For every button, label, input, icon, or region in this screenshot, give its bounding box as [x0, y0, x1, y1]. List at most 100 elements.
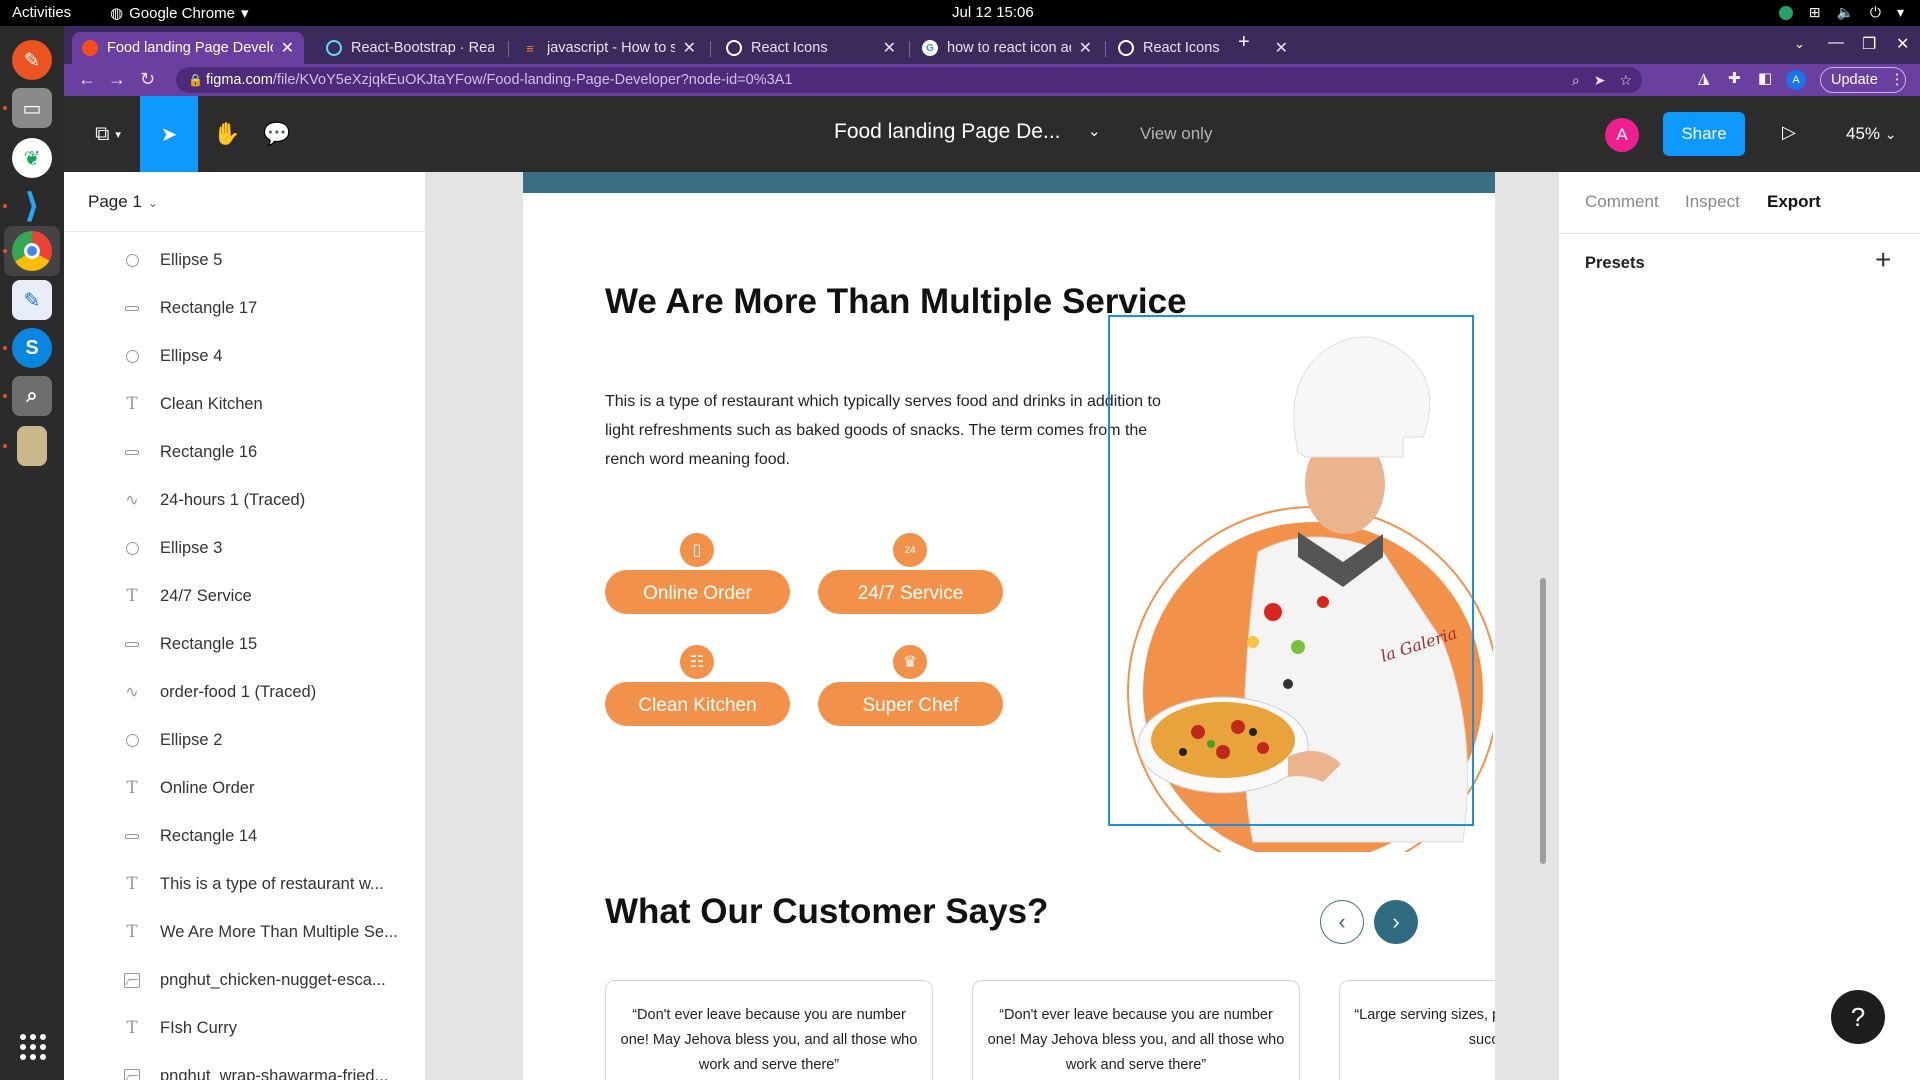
- text-editor-icon[interactable]: ✎: [12, 280, 52, 320]
- minimize-icon[interactable]: —: [1828, 34, 1844, 52]
- present-play-icon[interactable]: ▷: [1782, 122, 1796, 143]
- close-icon[interactable]: ✕: [281, 38, 294, 58]
- show-applications-icon[interactable]: [20, 1034, 46, 1060]
- lock-icon: 🔒: [188, 73, 203, 87]
- layer-row[interactable]: ∿ 24-hours 1 (Traced): [64, 476, 425, 524]
- layer-row[interactable]: T Online Order: [64, 764, 425, 812]
- tab-google-search[interactable]: G how to react icon add star ✕: [912, 32, 1102, 64]
- online-order-button[interactable]: Online Order: [605, 570, 790, 614]
- help-button[interactable]: ?: [1831, 990, 1885, 1044]
- side-panel-icon[interactable]: ◧: [1758, 69, 1772, 87]
- tab-react-icons[interactable]: React Icons ✕: [716, 32, 906, 64]
- share-button[interactable]: Share: [1663, 112, 1745, 156]
- super-chef-button[interactable]: Super Chef: [818, 682, 1003, 726]
- image-viewer-icon[interactable]: ⌕: [12, 376, 52, 416]
- presets-label: Presets: [1585, 254, 1645, 272]
- new-tab-button[interactable]: +: [1238, 31, 1250, 54]
- carousel-prev-button[interactable]: ‹: [1320, 900, 1364, 944]
- rectangle-icon: [124, 300, 140, 316]
- tab-figma[interactable]: Food landing Page Developer ✕: [72, 32, 304, 64]
- layer-row[interactable]: T FIsh Curry: [64, 1004, 425, 1052]
- layer-row[interactable]: T This is a type of restaurant w...: [64, 860, 425, 908]
- page-selector[interactable]: Page 1 ⌄: [88, 192, 158, 212]
- layer-row[interactable]: Ellipse 2: [64, 716, 425, 764]
- layer-row[interactable]: pnghut_wrap-shawarma-fried...: [64, 1052, 425, 1080]
- chevron-down-icon[interactable]: ⌄: [1088, 122, 1101, 140]
- testimonial-card: “Large serving sizes, prices... for over…: [1339, 980, 1495, 1080]
- close-icon[interactable]: ✕: [1275, 38, 1288, 58]
- clock[interactable]: Jul 12 15:06: [952, 4, 1034, 21]
- add-preset-icon[interactable]: +: [1875, 244, 1891, 276]
- layer-row[interactable]: Ellipse 5: [64, 236, 425, 284]
- extension-icon[interactable]: ◮: [1698, 69, 1710, 87]
- archive-icon[interactable]: [17, 426, 47, 466]
- landing-page-frame[interactable]: We Are More Than Multiple Service This i…: [523, 172, 1495, 1080]
- skype-icon[interactable]: S: [12, 328, 52, 368]
- pen-app-icon[interactable]: ✎: [12, 40, 52, 80]
- reload-icon[interactable]: ↻: [140, 69, 155, 90]
- zoom-dropdown[interactable]: 45% ⌄: [1846, 124, 1897, 144]
- design-canvas[interactable]: We Are More Than Multiple Service This i…: [426, 172, 1558, 1080]
- layer-row[interactable]: Rectangle 15: [64, 620, 425, 668]
- canvas-scrollbar[interactable]: [1540, 578, 1546, 864]
- send-icon[interactable]: ➤: [1594, 67, 1606, 93]
- layer-row[interactable]: Ellipse 3: [64, 524, 425, 572]
- chrome-icon[interactable]: [12, 231, 52, 271]
- file-title[interactable]: Food landing Page De...: [834, 120, 1061, 144]
- zoom-icon[interactable]: ⌕: [1572, 67, 1580, 93]
- system-tray[interactable]: ⊞ 🔈 ⏻ ▾: [1778, 4, 1904, 21]
- close-icon[interactable]: ✕: [683, 38, 696, 58]
- close-icon[interactable]: ✕: [883, 38, 896, 58]
- address-bar[interactable]: 🔒 figma.com/file/KVoY5eXzjqkEuOKJtaYFow/…: [176, 67, 1642, 93]
- help-icon: ?: [1850, 1001, 1866, 1032]
- tab-separator: [1105, 41, 1106, 57]
- tab-comment[interactable]: Comment: [1585, 192, 1659, 212]
- omnibox-actions: ⌕ ➤ ☆: [1572, 67, 1632, 93]
- restore-icon[interactable]: ❐: [1862, 34, 1876, 54]
- comment-tool-button[interactable]: 💬: [248, 96, 306, 172]
- browser-toolbar: ← → ↻ 🔒 figma.com/file/KVoY5eXzjqkEuOKJt…: [64, 64, 1920, 96]
- puzzle-icon[interactable]: ✚: [1728, 69, 1741, 87]
- layer-row[interactable]: T Clean Kitchen: [64, 380, 425, 428]
- layer-row[interactable]: Rectangle 16: [64, 428, 425, 476]
- carousel-next-button[interactable]: ›: [1374, 900, 1418, 944]
- layer-row[interactable]: pnghut_chicken-nugget-esca...: [64, 956, 425, 1004]
- layer-row[interactable]: Rectangle 17: [64, 284, 425, 332]
- testimonial-text: “Don't ever leave because you are number…: [620, 1007, 918, 1073]
- tab-inspect[interactable]: Inspect: [1685, 192, 1740, 212]
- close-window-icon[interactable]: ✕: [1896, 34, 1909, 54]
- user-avatar[interactable]: A: [1605, 118, 1639, 152]
- ellipse-icon: [124, 252, 140, 268]
- testimonial-card: “Don't ever leave because you are number…: [605, 980, 933, 1080]
- activities-button[interactable]: Activities: [12, 4, 71, 21]
- forward-arrow-icon[interactable]: →: [108, 69, 126, 90]
- vscode-icon[interactable]: ⟩: [12, 186, 52, 226]
- layer-row[interactable]: T We Are More Than Multiple Se...: [64, 908, 425, 956]
- layer-row[interactable]: ∿ order-food 1 (Traced): [64, 668, 425, 716]
- move-tool-button[interactable]: ➤: [140, 96, 198, 172]
- layer-row[interactable]: Rectangle 14: [64, 812, 425, 860]
- layer-name: 24-hours 1 (Traced): [160, 490, 306, 509]
- layer-row[interactable]: Ellipse 4: [64, 332, 425, 380]
- tab-react-bootstrap[interactable]: React-Bootstrap · React-Bootstrap: [316, 32, 504, 64]
- ellipse-icon: [124, 732, 140, 748]
- files-icon[interactable]: ▭: [12, 88, 52, 128]
- update-button[interactable]: Update ⋮: [1820, 67, 1906, 93]
- layer-row[interactable]: T 24/7 Service: [64, 572, 425, 620]
- customer-heading: What Our Customer Says?: [605, 892, 1049, 931]
- tab-export[interactable]: Export: [1767, 192, 1821, 212]
- close-icon[interactable]: ✕: [1079, 38, 1092, 58]
- back-arrow-icon[interactable]: ←: [78, 69, 96, 90]
- clean-kitchen-button[interactable]: Clean Kitchen: [605, 682, 790, 726]
- mongodb-compass-icon[interactable]: ❦: [12, 138, 52, 178]
- layer-name: FIsh Curry: [160, 1018, 238, 1037]
- service-24-7-button[interactable]: 24/7 Service: [818, 570, 1003, 614]
- figma-menu-button[interactable]: ⧉ ▾: [74, 96, 142, 172]
- text-icon: T: [126, 586, 138, 606]
- star-icon[interactable]: ☆: [1619, 67, 1632, 93]
- profile-avatar[interactable]: A: [1786, 70, 1806, 90]
- tab-search-icon[interactable]: ⌄: [1794, 36, 1805, 52]
- tab-react-icons-2[interactable]: React Icons ✕: [1108, 32, 1298, 64]
- tab-stackoverflow[interactable]: ≡ javascript - How to set a background ✕: [512, 32, 706, 64]
- app-menu[interactable]: ◍ Google Chrome ▾: [110, 4, 249, 23]
